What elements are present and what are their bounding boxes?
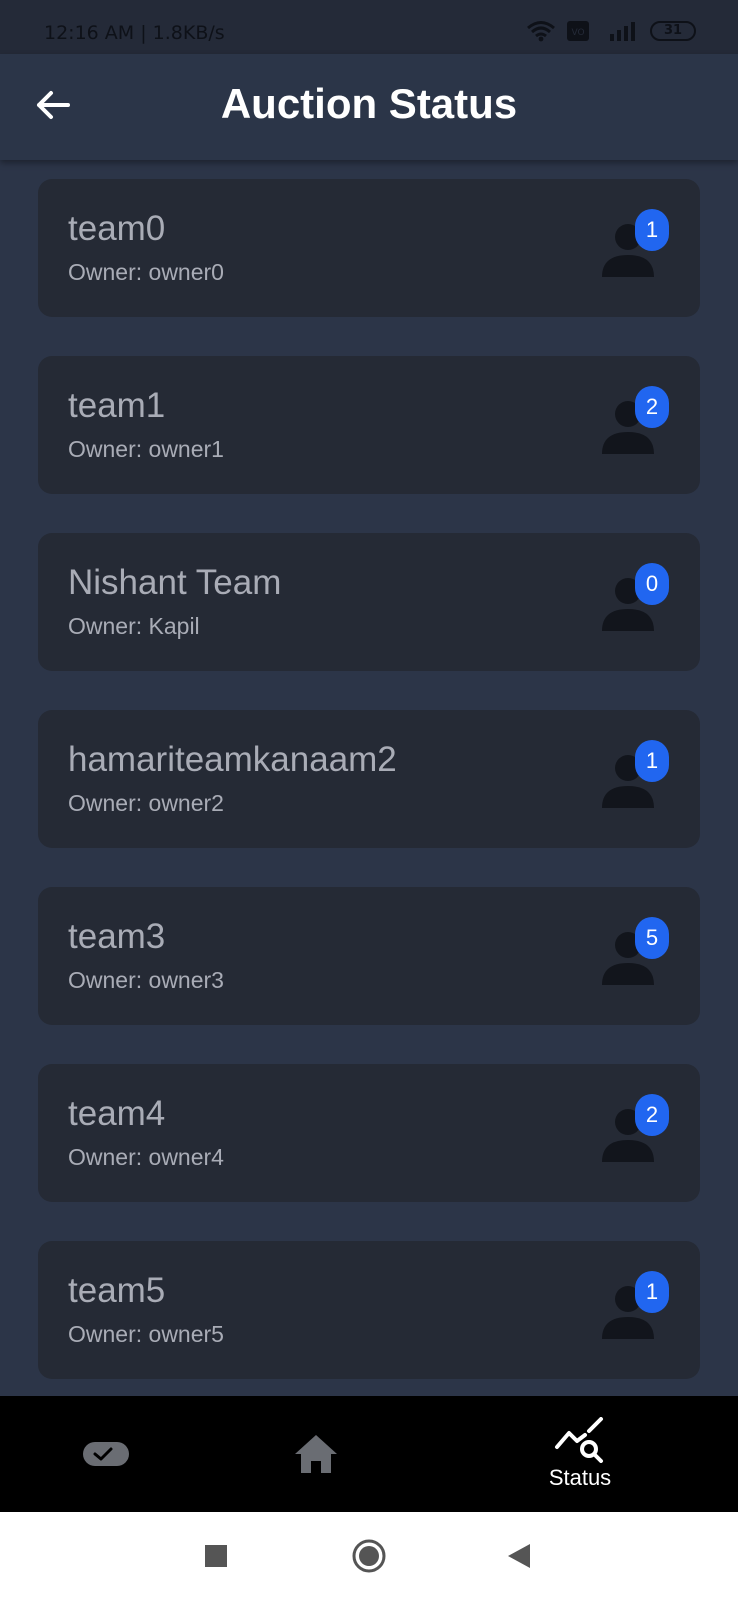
page-title: Auction Status [220, 80, 518, 127]
team-owner: Owner: owner3 [68, 967, 224, 993]
app-bar: Auction Status [0, 54, 738, 160]
team-name: hamariteamkanaam2 [68, 740, 397, 779]
nav-item-status[interactable]: Status [530, 1396, 630, 1512]
team-card[interactable]: hamariteamkanaam2 Owner: owner2 1 [38, 710, 700, 848]
team-name: team0 [68, 209, 166, 248]
nav-label-status: Status [548, 1465, 612, 1490]
team-card[interactable]: team4 Owner: owner4 2 [38, 1064, 700, 1202]
team-owner: Owner: owner5 [68, 1321, 224, 1347]
home-icon [295, 1435, 337, 1473]
team-name: team5 [68, 1271, 166, 1310]
triangle-back-icon [508, 1544, 530, 1568]
team-owner: Owner: owner2 [68, 790, 224, 816]
nav-item-toggle[interactable] [72, 1396, 140, 1512]
team-card[interactable]: Nishant Team Owner: Kapil 0 [38, 533, 700, 671]
circle-icon [352, 1539, 386, 1573]
square-icon [205, 1545, 227, 1567]
back-system-button[interactable] [497, 1534, 541, 1578]
svg-text:VO: VO [571, 28, 584, 38]
system-nav-bar [0, 1512, 738, 1600]
toggle-icon [83, 1442, 129, 1466]
volte-icon: VO [567, 21, 589, 41]
signal-icon [610, 22, 635, 41]
recents-button[interactable] [194, 1534, 238, 1578]
status-chart-search-icon [555, 1417, 603, 1463]
team-card[interactable]: team5 Owner: owner5 1 [38, 1241, 700, 1379]
team-owner: Owner: owner4 [68, 1144, 224, 1170]
player-count-badge: 1 [635, 740, 669, 782]
team-owner: Owner: Kapil [68, 613, 200, 639]
status-time: 12:16 AM | 1.8KB/s [44, 22, 225, 44]
team-card[interactable]: team3 Owner: owner3 5 [38, 887, 700, 1025]
wifi-icon [527, 21, 555, 42]
team-name: Nishant Team [68, 563, 282, 602]
team-owner: Owner: owner1 [68, 436, 224, 462]
team-name: team4 [68, 1094, 166, 1133]
team-name: team1 [68, 386, 166, 425]
player-count-badge: 1 [635, 1271, 669, 1313]
bottom-nav: Status [0, 1396, 738, 1512]
team-card[interactable]: team0 Owner: owner0 1 [38, 179, 700, 317]
team-card[interactable]: team1 Owner: owner1 2 [38, 356, 700, 494]
player-count-badge: 5 [635, 917, 669, 959]
status-bar: 12:16 AM | 1.8KB/s VO 31 [0, 0, 738, 54]
team-owner: Owner: owner0 [68, 259, 224, 285]
nav-item-home[interactable] [282, 1396, 350, 1512]
battery-indicator: 31 [650, 21, 696, 41]
player-count-badge: 1 [635, 209, 669, 251]
home-system-button[interactable] [347, 1534, 391, 1578]
player-count-badge: 2 [635, 1094, 669, 1136]
player-count-badge: 2 [635, 386, 669, 428]
team-name: team3 [68, 917, 166, 956]
status-icons: VO 31 [526, 20, 696, 42]
team-list: team0 Owner: owner0 1 team1 Owner: owner… [0, 160, 738, 1396]
player-count-badge: 0 [635, 563, 669, 605]
